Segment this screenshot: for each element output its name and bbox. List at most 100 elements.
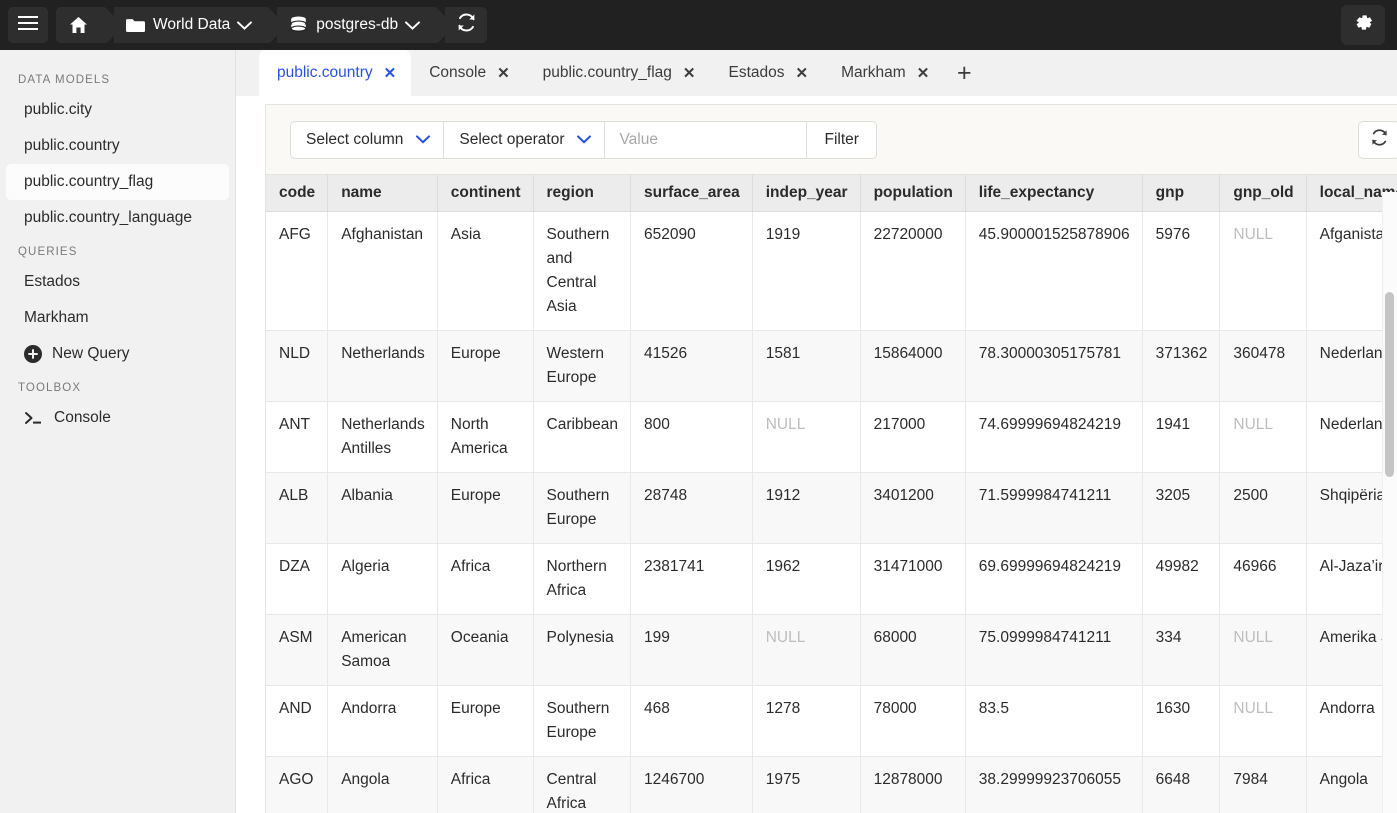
cell-indep-year[interactable]: 1278 <box>752 685 861 758</box>
column-header-name[interactable]: name <box>327 175 438 212</box>
cell-region[interactable]: Polynesia <box>533 614 632 687</box>
cell-life-expectancy[interactable]: 71.5999984741211 <box>965 472 1143 545</box>
breadcrumb-item-folder[interactable]: World Data <box>114 7 265 43</box>
column-header-indep-year[interactable]: indep_year <box>752 175 861 212</box>
cell-population[interactable]: 217000 <box>860 401 966 474</box>
cell-name[interactable]: Andorra <box>327 685 438 758</box>
cell-region[interactable]: Southern and Central Asia <box>533 211 632 332</box>
cell-gnp[interactable]: 49982 <box>1142 543 1221 616</box>
close-icon[interactable]: ✕ <box>497 66 510 81</box>
cell-gnp-old[interactable]: 46966 <box>1219 543 1307 616</box>
sidebar-item-public-country-flag[interactable]: public.country_flag <box>6 164 229 200</box>
cell-continent[interactable]: Europe <box>437 330 534 403</box>
cell-life-expectancy[interactable]: 69.69999694824219 <box>965 543 1143 616</box>
cell-life-expectancy[interactable]: 83.5 <box>965 685 1143 758</box>
sidebar-item-new-query[interactable]: New Query <box>6 336 229 372</box>
cell-code[interactable]: DZA <box>266 543 329 616</box>
cell-gnp-old[interactable]: NULL <box>1219 401 1307 474</box>
cell-continent[interactable]: Africa <box>437 543 534 616</box>
cell-gnp-old[interactable]: 7984 <box>1219 756 1307 813</box>
cell-gnp[interactable]: 3205 <box>1142 472 1221 545</box>
cell-name[interactable]: American Samoa <box>327 614 438 687</box>
table-row[interactable]: AND Andorra Europe Southern Europe 468 1278 78… <box>266 685 1397 758</box>
cell-name[interactable]: Netherlands <box>327 330 438 403</box>
close-icon[interactable]: ✕ <box>917 66 930 81</box>
table-row[interactable]: DZA Algeria Africa Northern Africa 2381741 19… <box>266 543 1397 616</box>
cell-gnp[interactable]: 1941 <box>1142 401 1221 474</box>
select-operator-dropdown[interactable]: Select operator <box>444 121 606 158</box>
cell-surface-area[interactable]: 199 <box>630 614 753 687</box>
cell-indep-year[interactable]: 1581 <box>752 330 861 403</box>
cell-continent[interactable]: Asia <box>437 211 534 332</box>
cell-name[interactable]: Netherlands Antilles <box>327 401 438 474</box>
cell-population[interactable]: 78000 <box>860 685 966 758</box>
vertical-scrollbar-track[interactable] <box>1382 192 1397 813</box>
tab-public-country-flag[interactable]: public.country_flag ✕ <box>525 50 711 96</box>
cell-region[interactable]: Southern Europe <box>533 685 632 758</box>
cell-life-expectancy[interactable]: 45.900001525878906 <box>965 211 1143 332</box>
cell-gnp-old[interactable]: NULL <box>1219 614 1307 687</box>
cell-code[interactable]: ANT <box>266 401 329 474</box>
cell-gnp-old[interactable]: NULL <box>1219 211 1307 332</box>
cell-surface-area[interactable]: 1246700 <box>630 756 753 813</box>
sidebar-item-markham[interactable]: Markham <box>6 300 229 336</box>
cell-continent[interactable]: Africa <box>437 756 534 813</box>
column-header-region[interactable]: region <box>533 175 632 212</box>
cell-life-expectancy[interactable]: 75.0999984741211 <box>965 614 1143 687</box>
cell-region[interactable]: Northern Africa <box>533 543 632 616</box>
cell-life-expectancy[interactable]: 74.69999694824219 <box>965 401 1143 474</box>
breadcrumb-item-database[interactable]: postgres-db <box>277 7 433 43</box>
column-header-population[interactable]: population <box>860 175 966 212</box>
tab-console[interactable]: Console ✕ <box>411 50 524 96</box>
refresh-connection-button[interactable] <box>445 7 488 43</box>
cell-gnp[interactable]: 5976 <box>1142 211 1221 332</box>
column-header-code[interactable]: code <box>266 175 329 212</box>
cell-surface-area[interactable]: 468 <box>630 685 753 758</box>
cell-indep-year[interactable]: NULL <box>752 614 861 687</box>
cell-region[interactable]: Western Europe <box>533 330 632 403</box>
cell-name[interactable]: Angola <box>327 756 438 813</box>
column-header-gnp-old[interactable]: gnp_old <box>1219 175 1307 212</box>
cell-region[interactable]: Central Africa <box>533 756 632 813</box>
cell-population[interactable]: 68000 <box>860 614 966 687</box>
cell-gnp[interactable]: 371362 <box>1142 330 1221 403</box>
cell-region[interactable]: Southern Europe <box>533 472 632 545</box>
data-grid-scroll-area[interactable]: code name continent region surface_area … <box>266 175 1397 813</box>
close-icon[interactable]: ✕ <box>796 66 809 81</box>
table-row[interactable]: AGO Angola Africa Central Africa 1246700 1975… <box>266 756 1397 813</box>
cell-name[interactable]: Afghanistan <box>327 211 438 332</box>
cell-indep-year[interactable]: 1975 <box>752 756 861 813</box>
cell-population[interactable]: 22720000 <box>860 211 966 332</box>
cell-life-expectancy[interactable]: 78.30000305175781 <box>965 330 1143 403</box>
filter-value-input[interactable] <box>605 121 808 158</box>
select-column-dropdown[interactable]: Select column <box>291 121 445 158</box>
cell-indep-year[interactable]: 1962 <box>752 543 861 616</box>
cell-continent[interactable]: Europe <box>437 685 534 758</box>
cell-population[interactable]: 15864000 <box>860 330 966 403</box>
cell-gnp-old[interactable]: 2500 <box>1219 472 1307 545</box>
sidebar-item-console[interactable]: Console <box>6 400 229 436</box>
cell-indep-year[interactable]: NULL <box>752 401 861 474</box>
filter-button[interactable]: Filter <box>807 121 876 158</box>
cell-code[interactable]: AND <box>266 685 329 758</box>
sidebar-item-public-country-language[interactable]: public.country_language <box>6 200 229 236</box>
close-icon[interactable]: ✕ <box>384 66 397 81</box>
refresh-grid-button[interactable] <box>1358 120 1397 159</box>
cell-gnp-old[interactable]: NULL <box>1219 685 1307 758</box>
cell-continent[interactable]: Oceania <box>437 614 534 687</box>
vertical-scrollbar-thumb[interactable] <box>1385 292 1394 477</box>
cell-surface-area[interactable]: 28748 <box>630 472 753 545</box>
sidebar-item-estados[interactable]: Estados <box>6 264 229 300</box>
chevron-down-icon[interactable] <box>405 20 421 30</box>
settings-button[interactable] <box>1341 5 1385 45</box>
cell-population[interactable]: 12878000 <box>860 756 966 813</box>
table-row[interactable]: ANT Netherlands Antilles North America Cari… <box>266 401 1397 474</box>
cell-life-expectancy[interactable]: 38.29999923706055 <box>965 756 1143 813</box>
cell-population[interactable]: 3401200 <box>860 472 966 545</box>
cell-surface-area[interactable]: 800 <box>630 401 753 474</box>
cell-name[interactable]: Algeria <box>327 543 438 616</box>
table-row[interactable]: ALB Albania Europe Southern Europe 28748 1912… <box>266 472 1397 545</box>
tab-markham[interactable]: Markham ✕ <box>823 50 944 96</box>
cell-code[interactable]: NLD <box>266 330 329 403</box>
cell-code[interactable]: AFG <box>266 211 329 332</box>
